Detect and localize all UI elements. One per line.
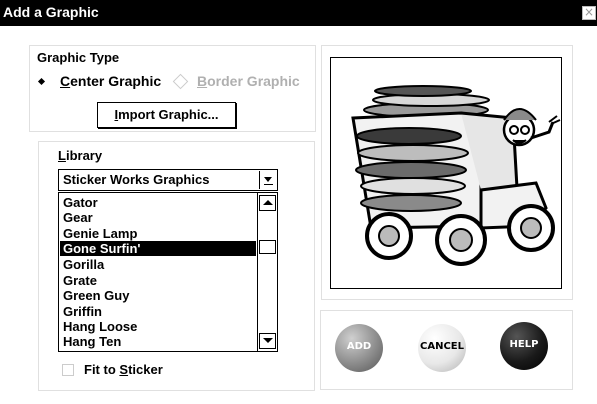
list-item[interactable]: Gear: [60, 210, 256, 225]
border-graphic-radio: Border Graphic: [197, 73, 300, 89]
fit-to-sticker-after: ticker: [128, 362, 163, 377]
graphic-preview: [330, 57, 562, 289]
import-graphic-label: mport Graphic...: [118, 107, 219, 122]
list-item[interactable]: Griffin: [60, 304, 256, 319]
fit-to-sticker-before: Fit to: [84, 362, 120, 377]
add-button[interactable]: ADD: [335, 324, 383, 372]
fit-to-sticker-label: Fit to Sticker: [84, 362, 163, 377]
cancel-button-label: CANCEL: [420, 341, 464, 352]
library-label: Library: [58, 148, 102, 163]
list-scrollbar[interactable]: [257, 193, 277, 351]
fit-to-sticker-checkbox[interactable]: [62, 364, 74, 376]
scroll-down-icon[interactable]: [259, 333, 276, 349]
surf-truck-illustration-icon: [351, 85, 561, 266]
border-graphic-mnemonic: B: [197, 73, 208, 89]
center-graphic-radio[interactable]: Center Graphic: [60, 73, 161, 89]
list-item[interactable]: Hang Ten: [60, 334, 256, 349]
list-item[interactable]: Grate: [60, 273, 256, 288]
library-select[interactable]: Sticker Works Graphics: [58, 169, 278, 191]
list-item[interactable]: Gorilla: [60, 257, 256, 272]
help-button-label: HELP: [509, 339, 539, 350]
list-item[interactable]: Green Guy: [60, 288, 256, 303]
title-bar: Add a Graphic ×: [0, 0, 597, 26]
list-item[interactable]: Gator: [60, 195, 256, 210]
library-mnemonic: L: [58, 148, 66, 163]
dropdown-arrow-icon[interactable]: [259, 171, 276, 189]
graphic-type-label: Graphic Type: [37, 50, 120, 65]
close-icon[interactable]: ×: [582, 6, 596, 20]
center-graphic-mnemonic: C: [60, 73, 71, 89]
graphic-list[interactable]: Gator Gear Genie Lamp Gone Surfin' Goril…: [58, 192, 278, 352]
library-select-value: Sticker Works Graphics: [63, 172, 210, 187]
center-graphic-label: enter Graphic: [70, 73, 162, 89]
scroll-up-icon[interactable]: [259, 195, 276, 211]
list-item-selected[interactable]: Gone Surfin': [60, 241, 256, 256]
list-item[interactable]: Hang Loose: [60, 319, 256, 334]
help-button[interactable]: HELP: [500, 322, 548, 370]
add-button-label: ADD: [346, 341, 372, 352]
fit-to-sticker-mnemonic: S: [119, 362, 129, 377]
border-graphic-label: order Graphic: [207, 73, 300, 89]
scroll-thumb[interactable]: [259, 240, 276, 254]
import-graphic-button[interactable]: Import Graphic...: [97, 102, 236, 128]
cancel-button[interactable]: CANCEL: [418, 324, 466, 372]
add-graphic-dialog: Add a Graphic × Graphic Type Center Grap…: [0, 0, 597, 404]
library-label-text: ibrary: [65, 148, 103, 163]
window-title: Add a Graphic: [3, 4, 99, 20]
list-item[interactable]: Genie Lamp: [60, 226, 256, 241]
